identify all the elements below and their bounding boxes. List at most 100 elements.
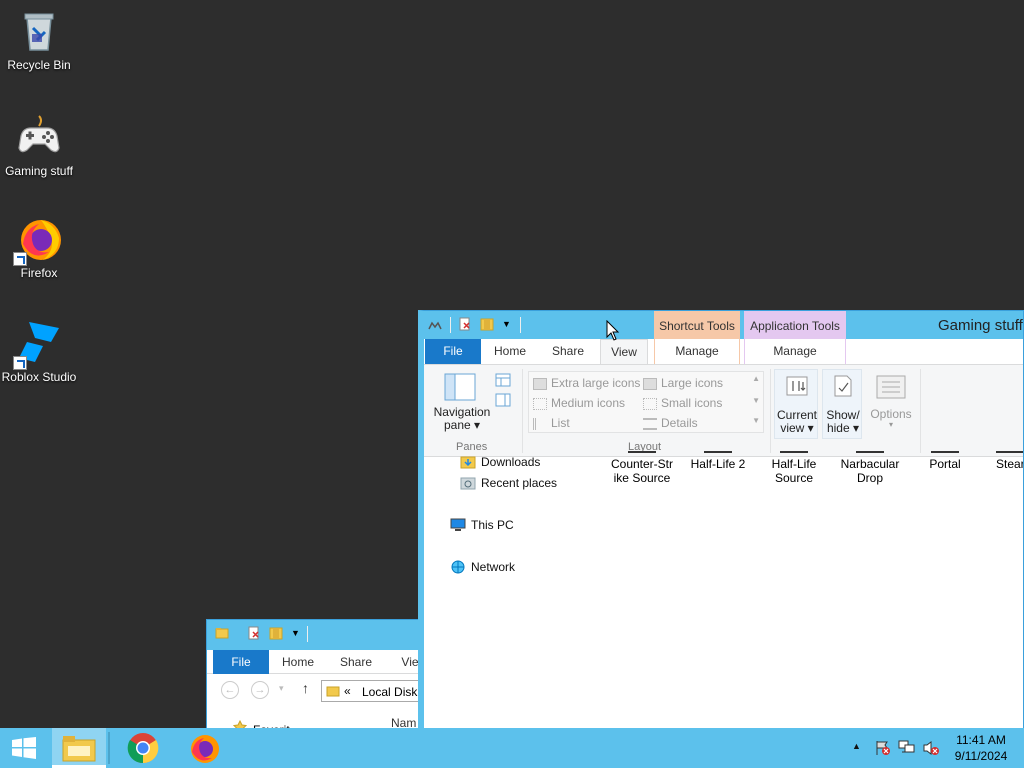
taskbar-file-explorer[interactable] — [52, 728, 106, 768]
address-path: Local Disk — [362, 685, 418, 699]
downloads-folder-icon — [460, 456, 476, 469]
file-name: Portal — [929, 457, 961, 471]
file-item-half-life-source[interactable]: Half-Life Source — [756, 451, 832, 485]
current-view-button[interactable]: Current view ▾ — [774, 369, 818, 439]
show-hide-label: Show/ — [826, 408, 860, 422]
roblox-studio-icon — [13, 318, 63, 370]
file-item-half-life-2[interactable]: Half-Life 2 — [680, 451, 756, 471]
nav-item-recent-places[interactable]: Recent places — [481, 476, 557, 490]
recycle-bin-icon — [15, 6, 63, 54]
small-icons-icon — [643, 397, 657, 410]
taskbar-chrome[interactable] — [114, 728, 172, 768]
file-explorer-icon — [62, 736, 96, 762]
folder-icon — [326, 686, 340, 697]
layout-option-large-icons[interactable]: Large icons — [643, 376, 723, 390]
tab-view[interactable]: View — [600, 339, 648, 364]
large-icons-icon — [643, 377, 657, 390]
up-arrow-icon[interactable]: ↑ — [302, 680, 309, 696]
layout-option-small-icons[interactable]: Small icons — [643, 396, 722, 410]
forward-arrow-icon[interactable]: → — [251, 681, 269, 699]
recent-dropdown-icon[interactable]: ▾ — [279, 683, 284, 694]
options-label: Options — [870, 407, 912, 421]
file-icon-partial — [931, 451, 959, 453]
new-folder-icon[interactable] — [480, 317, 494, 331]
layout-option-extra-large-icons[interactable]: Extra large icons — [533, 376, 640, 390]
properties-icon[interactable] — [247, 626, 261, 640]
file-item-steam[interactable]: Stear — [996, 451, 1023, 471]
gallery-scroll-down-icon[interactable]: ▼ — [752, 396, 760, 405]
tab-manage-shortcut[interactable]: Manage — [654, 339, 740, 364]
contextual-tab-shortcut-tools: Shortcut Tools — [654, 311, 740, 339]
desktop-icon-firefox[interactable]: Firefox — [0, 214, 78, 280]
show-hidden-icons-button[interactable]: ▲ — [852, 741, 861, 751]
network-status-icon[interactable] — [898, 740, 916, 756]
file-item-narbacular-drop[interactable]: Narbacular Drop — [830, 451, 910, 485]
desktop-icon-recycle-bin[interactable]: Recycle Bin — [0, 6, 78, 72]
taskbar-firefox[interactable] — [176, 728, 232, 768]
layout-option-list[interactable]: List — [533, 416, 570, 430]
nav-item-network[interactable]: Network — [471, 560, 515, 574]
gallery-more-icon[interactable]: ▼ — [752, 416, 760, 425]
desktop-icon-label: Firefox — [20, 266, 58, 280]
qat-dropdown-icon[interactable]: ▼ — [291, 628, 300, 638]
gallery-scroll-up-icon[interactable]: ▲ — [752, 374, 760, 383]
properties-icon[interactable] — [458, 317, 472, 331]
file-item-counter-strike-source[interactable]: Counter-Str ike Source — [602, 451, 682, 485]
nav-item-this-pc[interactable]: This PC — [471, 518, 514, 532]
show-hide-label-2: hide ▾ — [826, 421, 860, 435]
action-center-flag-icon[interactable] — [874, 740, 892, 756]
file-icon-partial — [704, 451, 732, 453]
back-explorer-window[interactable]: ▼ File Home Share Viev ← → ▾ ↑ « Local D… — [206, 619, 420, 731]
file-icon-partial — [780, 451, 808, 453]
tab-share[interactable]: Share — [331, 650, 381, 674]
start-button[interactable] — [0, 728, 48, 768]
address-bar[interactable]: « Local Disk — [321, 680, 419, 702]
tab-file[interactable]: File — [213, 650, 269, 674]
current-view-label: Current — [776, 408, 817, 422]
chrome-icon — [127, 733, 159, 764]
qat-dropdown-icon[interactable]: ▼ — [502, 319, 511, 329]
clock[interactable]: 11:41 AM 9/11/2024 — [946, 732, 1016, 764]
file-icon-partial — [856, 451, 884, 453]
gaming-stuff-explorer-window[interactable]: ▼ Shortcut Tools Application Tools Gamin… — [418, 310, 1024, 730]
layout-option-details[interactable]: Details — [643, 416, 698, 430]
desktop-icon-roblox-studio[interactable]: Roblox Studio — [0, 318, 78, 384]
group-separator — [522, 369, 523, 453]
title-bar[interactable]: ▼ Shortcut Tools Application Tools Gamin… — [424, 311, 1023, 339]
layout-option-medium-icons[interactable]: Medium icons — [533, 396, 625, 410]
mouse-cursor-icon — [606, 320, 620, 341]
desktop-icon-gaming-stuff[interactable]: Gaming stuff — [0, 112, 78, 178]
recent-places-icon — [460, 477, 476, 490]
this-pc-icon — [450, 518, 466, 531]
group-separator — [770, 369, 771, 453]
show-hide-button[interactable]: Show/ hide ▾ — [822, 369, 862, 439]
ribbon-tabs: File Home Share View Manage Manage — [424, 339, 1023, 365]
file-icon-partial — [628, 451, 656, 453]
navigation-pane-button[interactable]: Navigation pane ▾ — [430, 371, 490, 435]
gamepad-icon — [15, 112, 63, 160]
details-pane-icon[interactable] — [495, 393, 511, 407]
nav-item-downloads[interactable]: Downloads — [481, 455, 540, 469]
preview-pane-icon[interactable] — [495, 373, 511, 387]
tab-manage-application[interactable]: Manage — [744, 339, 846, 364]
back-arrow-icon[interactable]: ← — [221, 681, 239, 699]
title-bar[interactable]: ▼ — [207, 620, 419, 650]
options-dropdown-icon: ▾ — [888, 420, 893, 429]
file-name: Counter-Str — [610, 457, 674, 471]
layout-gallery[interactable]: Extra large icons Large icons Medium ico… — [528, 371, 764, 433]
tab-home[interactable]: Home — [273, 650, 323, 674]
window-menu-icon[interactable] — [428, 319, 442, 333]
tab-share[interactable]: Share — [544, 339, 592, 364]
options-button[interactable]: Options ▾ — [866, 369, 916, 439]
new-folder-icon[interactable] — [269, 626, 283, 640]
file-item-portal[interactable]: Portal — [908, 451, 982, 471]
volume-muted-icon[interactable] — [922, 740, 940, 756]
tab-view[interactable]: Viev — [393, 650, 419, 674]
desktop-icon-label: Roblox Studio — [1, 370, 77, 384]
tab-home[interactable]: Home — [486, 339, 534, 364]
folder-options-icon — [876, 375, 906, 399]
file-name-line2: Source — [774, 471, 814, 485]
list-icon — [533, 417, 547, 430]
file-name-line2: ike Source — [613, 471, 671, 485]
tab-file[interactable]: File — [425, 339, 481, 364]
